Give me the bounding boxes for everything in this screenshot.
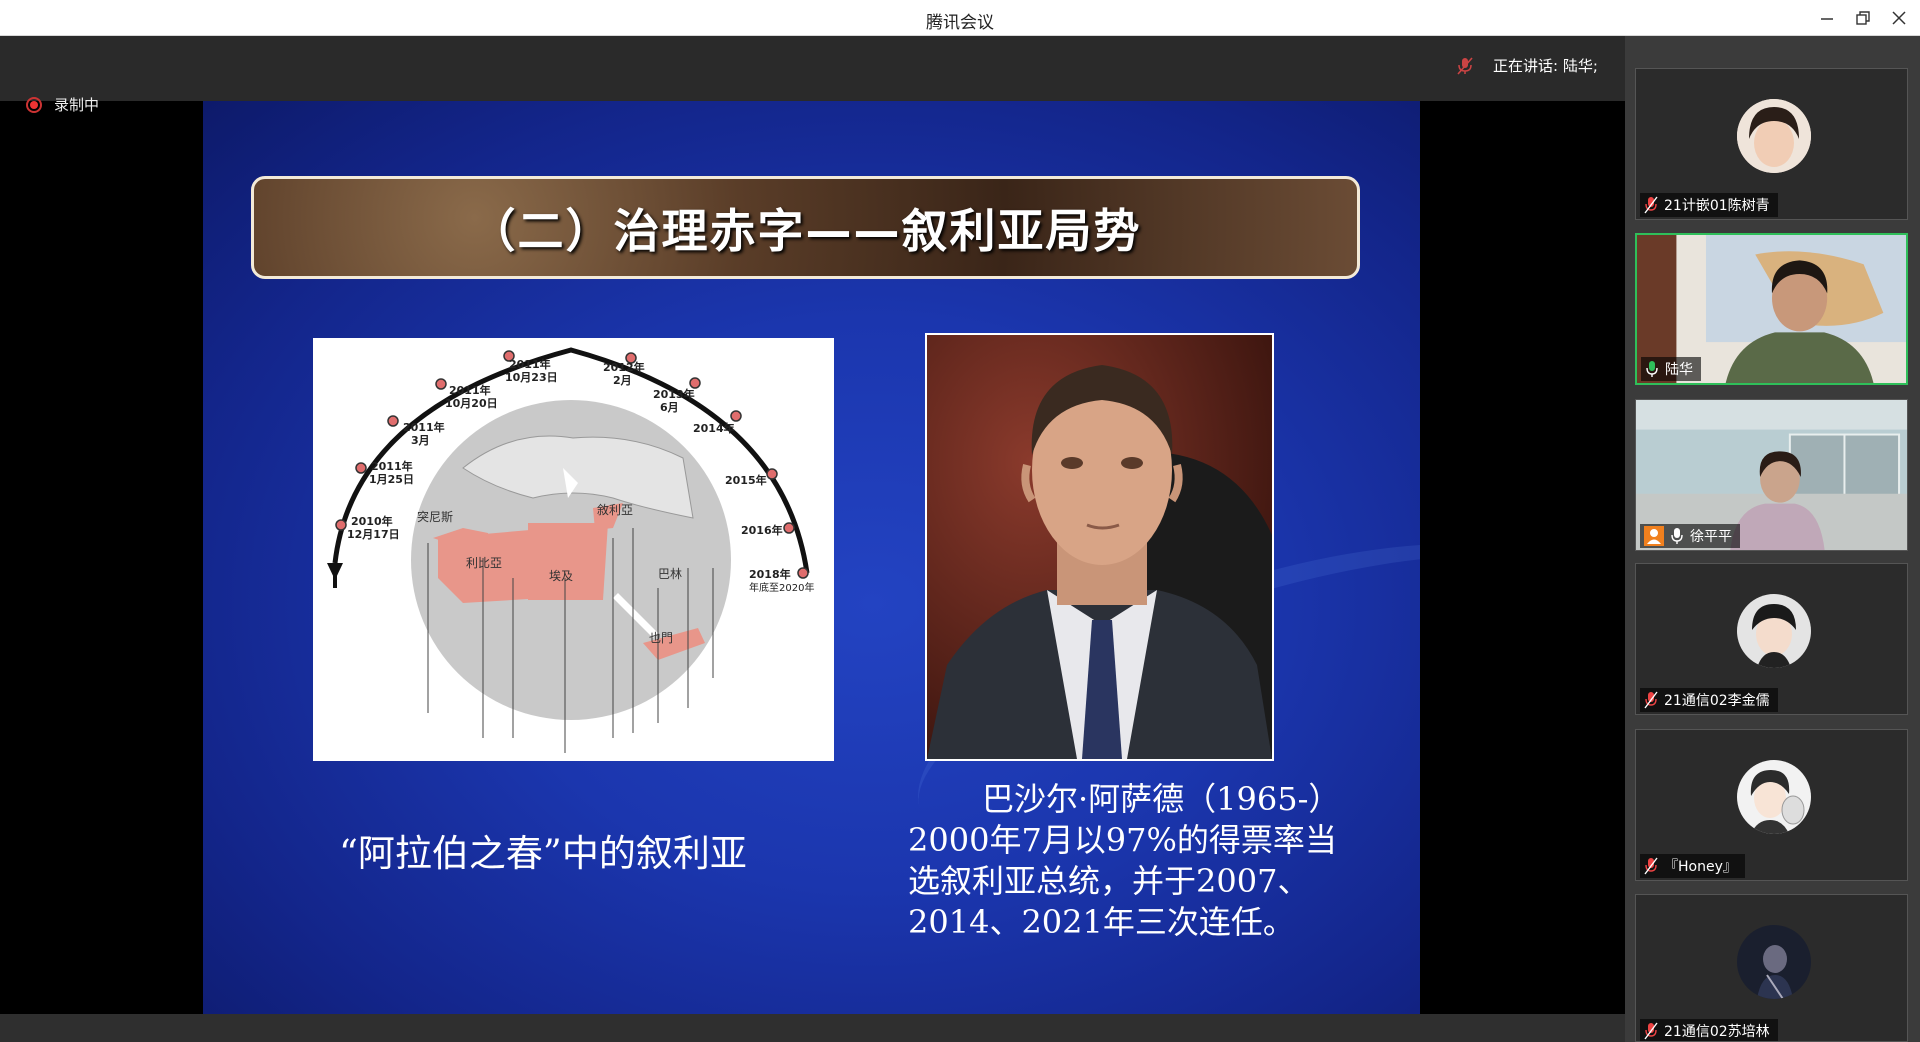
timeline-year-6: 2013年	[653, 387, 695, 401]
timeline-year-8: 2015年	[725, 473, 767, 487]
participant-name: 21通信02李金儒	[1664, 693, 1770, 709]
country-label-syria: 敘利亞	[597, 502, 633, 517]
user-icon	[1644, 526, 1664, 546]
country-label-egypt: 埃及	[549, 569, 573, 583]
svg-text:2011年10月23日: 2011年 10月23日	[505, 357, 558, 384]
mic-muted-icon	[1644, 196, 1658, 214]
participant-tile[interactable]: 21通信02李金儒	[1635, 563, 1908, 715]
caption-line: 2014、2021年三次连任。	[908, 903, 1295, 941]
caption-line: 选叙利亚总统，并于2007、	[908, 862, 1310, 900]
country-label-bahrain: 巴林	[658, 567, 682, 581]
map-graphic: 2010年 12月17日 2011年 1月25日 2011年 3月 2011年 10月2…	[327, 347, 814, 753]
minimize-button[interactable]	[1812, 6, 1842, 30]
close-button[interactable]	[1884, 6, 1914, 30]
country-label-libya: 利比亞	[466, 556, 502, 570]
mic-icon	[1671, 528, 1683, 544]
timeline-date-4: 10月23日	[505, 371, 558, 384]
presentation-slide: （二）治理赤字——叙利亚局势 2010年 12月17日 2011年 1月25日 …	[203, 101, 1420, 1014]
timeline-date-0: 12月17日	[347, 528, 400, 541]
timeline-year-2: 2011年	[403, 420, 445, 434]
mic-muted-icon	[1457, 56, 1473, 75]
timeline-year-5: 2012年	[603, 360, 645, 374]
close-icon	[1892, 11, 1906, 25]
participant-nameplate: 徐平平	[1640, 524, 1740, 548]
participant-nameplate: 陆华	[1641, 357, 1701, 381]
participant-nameplate: 21通信02李金儒	[1640, 688, 1778, 712]
window-title: 腾讯会议	[926, 13, 994, 33]
participant-name: 徐平平	[1690, 529, 1732, 545]
svg-text:2012年2月: 2012年 2月	[603, 360, 645, 387]
meeting-bottom-bar	[0, 1014, 1625, 1042]
recording-indicator[interactable]: 录制中	[26, 94, 99, 115]
svg-text:2010年12月17日: 2010年 12月17日	[347, 514, 400, 541]
avatar	[1737, 99, 1811, 173]
timeline-date-1: 1月25日	[369, 473, 414, 486]
mic-muted-icon	[1644, 857, 1658, 875]
timeline-year-0: 2010年	[351, 514, 393, 528]
timeline-year-10: 2018年	[749, 567, 791, 581]
mic-muted-icon	[1644, 691, 1658, 709]
timeline-date-3: 10月20日	[445, 397, 498, 410]
timeline-year-4: 2011年	[509, 357, 551, 371]
slide-title-banner: （二）治理赤字——叙利亚局势	[251, 176, 1360, 279]
avatar-image	[1737, 925, 1811, 999]
participant-tile[interactable]: 徐平平	[1635, 399, 1908, 551]
recording-label: 录制中	[54, 96, 100, 114]
country-label-tunisia: 突尼斯	[417, 509, 453, 524]
restore-button[interactable]	[1848, 6, 1878, 30]
avatar	[1737, 594, 1811, 668]
arab-spring-map: 2010年 12月17日 2011年 1月25日 2011年 3月 2011年 10月2…	[313, 338, 834, 761]
portrait-image	[927, 335, 1272, 759]
minimize-icon	[1821, 18, 1833, 20]
avatar-image	[1737, 760, 1811, 834]
participant-name: 『Honey』	[1664, 859, 1737, 875]
avatar-image	[1737, 99, 1811, 173]
timeline-year-7: 2014年	[693, 421, 735, 435]
country-label-yemen: 也門	[649, 631, 673, 645]
caption-line: 2000年7月以97%的得票率当	[908, 821, 1337, 859]
title-bar: 腾讯会议	[0, 0, 1920, 36]
record-icon	[26, 96, 42, 113]
timeline-date-6: 6月	[660, 401, 679, 414]
svg-text:2013年6月: 2013年 6月	[653, 387, 695, 414]
avatar-image	[1737, 594, 1811, 668]
participant-name: 陆华	[1665, 362, 1693, 378]
slide-title: （二）治理赤字——叙利亚局势	[469, 203, 1142, 258]
timeline-date-10: 年底至2020年	[749, 581, 814, 594]
portrait-caption: 巴沙尔·阿萨德（1965-） 2000年7月以97%的得票率当 选叙利亚总统，并…	[908, 779, 1368, 943]
participant-tile[interactable]: 21计嵌01陈树青	[1635, 68, 1908, 220]
svg-text:2011年10月20日: 2011年 10月20日	[445, 383, 498, 410]
mic-active-icon	[1646, 361, 1658, 377]
participant-name: 21计嵌01陈树青	[1664, 198, 1770, 214]
timeline-year-1: 2011年	[371, 459, 413, 473]
avatar	[1737, 925, 1811, 999]
participant-nameplate: 『Honey』	[1640, 854, 1745, 878]
timeline-year-3: 2011年	[449, 383, 491, 397]
assad-portrait	[925, 333, 1274, 761]
svg-text:2011年3月: 2011年 3月	[403, 420, 445, 447]
speaking-indicator: 正在讲话: 陆华;	[1455, 55, 1598, 76]
meeting-top-bar	[0, 36, 1625, 101]
map-caption: “阿拉伯之春”中的叙利亚	[339, 832, 747, 875]
avatar	[1737, 760, 1811, 834]
participant-name: 21通信02苏培林	[1664, 1024, 1770, 1040]
participant-nameplate: 21通信02苏培林	[1640, 1019, 1778, 1041]
svg-text:2011年1月25日: 2011年 1月25日	[369, 459, 414, 486]
participant-tile[interactable]: 『Honey』	[1635, 729, 1908, 881]
timeline-date-2: 3月	[411, 434, 430, 447]
participant-tile[interactable]: 21通信02苏培林	[1635, 894, 1908, 1042]
participant-tile-speaking[interactable]: 陆华	[1635, 233, 1908, 385]
speaking-text: 正在讲话: 陆华;	[1493, 57, 1598, 75]
participant-nameplate: 21计嵌01陈树青	[1640, 193, 1778, 217]
mic-muted-icon	[1644, 1022, 1658, 1040]
timeline-year-9: 2016年	[741, 523, 783, 537]
caption-line: 巴沙尔·阿萨德（1965-）	[982, 780, 1341, 818]
timeline-date-5: 2月	[613, 374, 632, 387]
restore-icon	[1856, 11, 1870, 25]
